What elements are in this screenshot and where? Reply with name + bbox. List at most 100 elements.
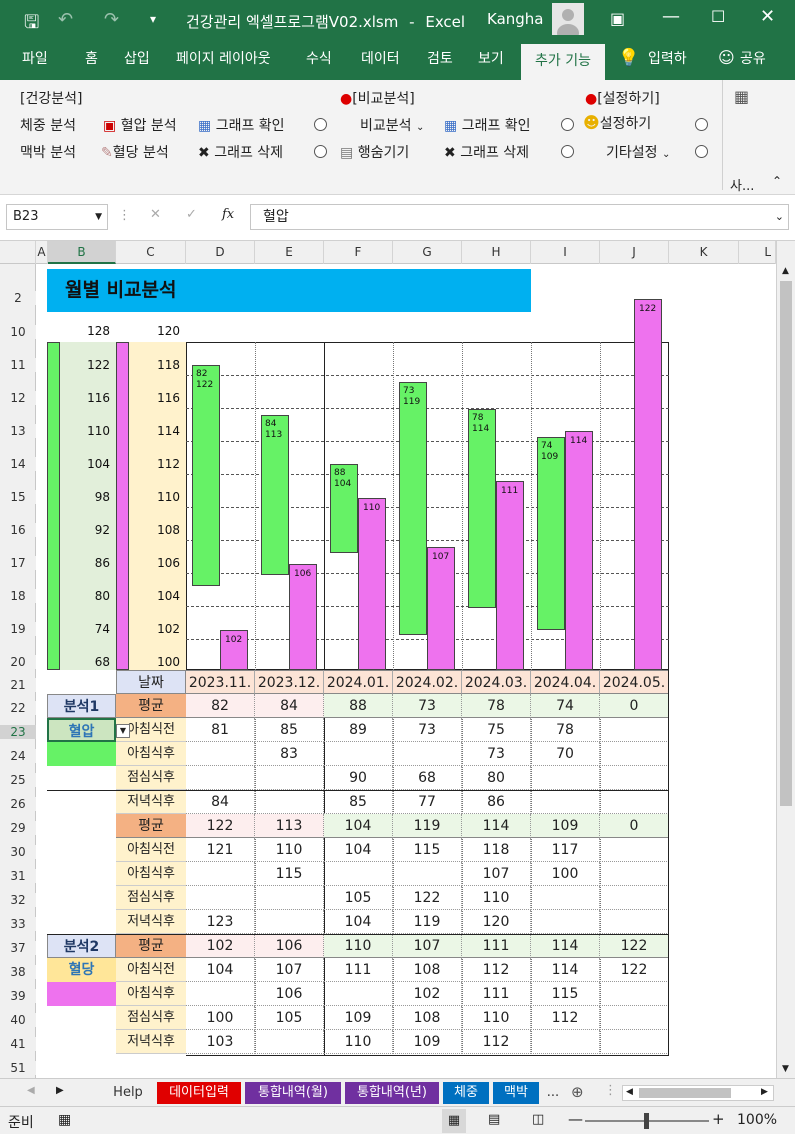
graph-check-button[interactable]: ▦ 그래프 확인 bbox=[198, 115, 285, 135]
zoom-level[interactable]: 100% bbox=[737, 1112, 777, 1128]
col-e[interactable]: E bbox=[255, 241, 324, 264]
row-21[interactable]: 21 bbox=[0, 678, 36, 692]
row-20[interactable]: 20 bbox=[0, 655, 36, 669]
tab-formulas[interactable]: 수식 bbox=[306, 48, 332, 68]
group2-radio-1[interactable] bbox=[561, 118, 574, 131]
add-sheet-icon[interactable]: ⊕ bbox=[571, 1083, 584, 1101]
collapsed-group[interactable]: 사... bbox=[730, 175, 754, 194]
row-17[interactable]: 17 bbox=[0, 556, 36, 570]
sheet-tab-monthly[interactable]: 통합내역(월) bbox=[245, 1082, 341, 1104]
col-h[interactable]: H bbox=[462, 241, 531, 264]
row-16[interactable]: 16 bbox=[0, 523, 36, 537]
sheet-tab-help[interactable]: Help bbox=[104, 1082, 152, 1104]
tab-home[interactable]: 홈 bbox=[85, 48, 98, 68]
vertical-scrollbar[interactable]: ▲ ▼ bbox=[776, 241, 795, 1078]
avatar[interactable] bbox=[552, 3, 584, 42]
col-l[interactable]: L bbox=[739, 241, 776, 264]
row-26[interactable]: 26 bbox=[0, 797, 36, 811]
name-box[interactable]: B23 ▼ bbox=[6, 204, 108, 230]
macro-record-icon[interactable]: ▦ bbox=[58, 1112, 71, 1128]
tab-addins[interactable]: 추가 기능 bbox=[521, 44, 605, 80]
col-a[interactable]: A bbox=[36, 241, 48, 264]
sugar-analysis-button[interactable]: ✎혈당 분석 bbox=[101, 142, 169, 162]
tab-split-icon[interactable]: ⋮ bbox=[604, 1083, 617, 1098]
group3-radio-2[interactable] bbox=[695, 145, 708, 158]
redo-icon[interactable]: ↷ bbox=[104, 9, 119, 30]
graph-delete-button[interactable]: ✖ 그래프 삭제 bbox=[198, 142, 283, 162]
row-33[interactable]: 33 bbox=[0, 917, 36, 931]
tab-insert[interactable]: 삽입 bbox=[124, 48, 150, 68]
row-25[interactable]: 25 bbox=[0, 773, 36, 787]
row-12[interactable]: 12 bbox=[0, 391, 36, 405]
row-38[interactable]: 38 bbox=[0, 965, 36, 979]
tab-view[interactable]: 보기 bbox=[478, 48, 504, 68]
zoom-out-icon[interactable]: — bbox=[568, 1110, 583, 1128]
col-j[interactable]: J bbox=[600, 241, 669, 264]
page-break-icon[interactable]: ◫ bbox=[532, 1112, 544, 1127]
horizontal-scrollbar[interactable]: ◀ ▶ bbox=[622, 1085, 774, 1101]
row-18[interactable]: 18 bbox=[0, 589, 36, 603]
bp-analysis-button[interactable]: ▣ 혈압 분석 bbox=[103, 115, 177, 135]
row-41[interactable]: 41 bbox=[0, 1037, 36, 1051]
row-40[interactable]: 40 bbox=[0, 1013, 36, 1027]
row-11[interactable]: 11 bbox=[0, 358, 36, 372]
row-19[interactable]: 19 bbox=[0, 622, 36, 636]
save-icon[interactable]: 🖫 bbox=[24, 10, 39, 40]
tab-review[interactable]: 검토 bbox=[427, 48, 453, 68]
settings-button[interactable]: ☻설정하기 bbox=[583, 113, 651, 133]
row-23[interactable]: 23 bbox=[0, 725, 36, 739]
group3-radio-1[interactable] bbox=[695, 118, 708, 131]
hide-rows-button[interactable]: ▤ 행숨기기 bbox=[340, 142, 409, 162]
col-b[interactable]: B bbox=[48, 241, 116, 264]
tab-page-layout[interactable]: 페이지 레이아웃 bbox=[176, 48, 271, 68]
fx-icon[interactable]: fx bbox=[222, 207, 234, 222]
graph-delete-button-2[interactable]: ✖ 그래프 삭제 bbox=[444, 142, 529, 162]
maximize-icon[interactable]: ☐ bbox=[711, 7, 725, 26]
undo-icon[interactable]: ↶ bbox=[58, 9, 73, 30]
row-32[interactable]: 32 bbox=[0, 893, 36, 907]
row-37[interactable]: 37 bbox=[0, 941, 36, 955]
row-29[interactable]: 29 bbox=[0, 821, 36, 835]
user-name[interactable]: Kangha bbox=[487, 10, 544, 28]
analysis1-selector[interactable]: 혈압 bbox=[47, 718, 116, 742]
share-user-icon[interactable]: ☺ bbox=[718, 48, 735, 67]
col-f[interactable]: F bbox=[324, 241, 393, 264]
enter-icon[interactable]: ✓ bbox=[186, 207, 197, 222]
row-31[interactable]: 31 bbox=[0, 869, 36, 883]
cancel-icon[interactable]: ✕ bbox=[150, 207, 161, 222]
more-sheets[interactable]: ... bbox=[543, 1082, 563, 1104]
sheet-tab-weight[interactable]: 체중 bbox=[443, 1082, 489, 1104]
col-d[interactable]: D bbox=[186, 241, 255, 264]
pulse-analysis-button[interactable]: 맥박 분석 bbox=[20, 142, 76, 162]
row-39[interactable]: 39 bbox=[0, 989, 36, 1003]
share-button[interactable]: 공유 bbox=[740, 48, 766, 68]
tell-me-input[interactable]: 입력하 bbox=[648, 48, 687, 68]
sheet-tab-yearly[interactable]: 통합내역(년) bbox=[345, 1082, 439, 1104]
col-k[interactable]: K bbox=[669, 241, 739, 264]
row-22[interactable]: 22 bbox=[0, 701, 36, 715]
group1-radio-2[interactable] bbox=[314, 145, 327, 158]
row-10[interactable]: 10 bbox=[0, 325, 36, 339]
col-c[interactable]: C bbox=[116, 241, 186, 264]
dropdown-arrow-icon[interactable]: ▼ bbox=[116, 724, 130, 738]
analysis2-selector[interactable]: 혈당 bbox=[47, 958, 116, 982]
page-layout-icon[interactable]: ▤ bbox=[488, 1112, 500, 1127]
ribbon-display-icon[interactable]: ▣ bbox=[610, 9, 625, 28]
row-15[interactable]: 15 bbox=[0, 490, 36, 504]
compare-dropdown[interactable]: 비교분석 ⌄ bbox=[360, 115, 424, 135]
h-scroll-thumb[interactable] bbox=[639, 1088, 731, 1098]
customize-toolbar-icon[interactable]: ▾ bbox=[150, 12, 156, 26]
other-settings-dropdown[interactable]: 기타설정 ⌄ bbox=[606, 142, 670, 162]
formula-input[interactable]: 혈압 ⌄ bbox=[250, 204, 789, 230]
col-g[interactable]: G bbox=[393, 241, 462, 264]
group2-radio-2[interactable] bbox=[561, 145, 574, 158]
select-all[interactable] bbox=[0, 241, 36, 264]
sheet-tab-pulse[interactable]: 맥박 bbox=[493, 1082, 539, 1104]
prev-sheet-icon[interactable]: ◀ bbox=[27, 1085, 35, 1096]
weight-analysis-button[interactable]: 체중 분석 bbox=[20, 115, 76, 135]
worksheet-grid[interactable]: 월별 비교분석 128 120 122 118 116 116 110 114 104 112 98… bbox=[36, 264, 776, 1072]
minimize-icon[interactable]: — bbox=[662, 6, 680, 27]
tab-data[interactable]: 데이터 bbox=[361, 48, 400, 68]
row-13[interactable]: 13 bbox=[0, 424, 36, 438]
group1-radio-1[interactable] bbox=[314, 118, 327, 131]
